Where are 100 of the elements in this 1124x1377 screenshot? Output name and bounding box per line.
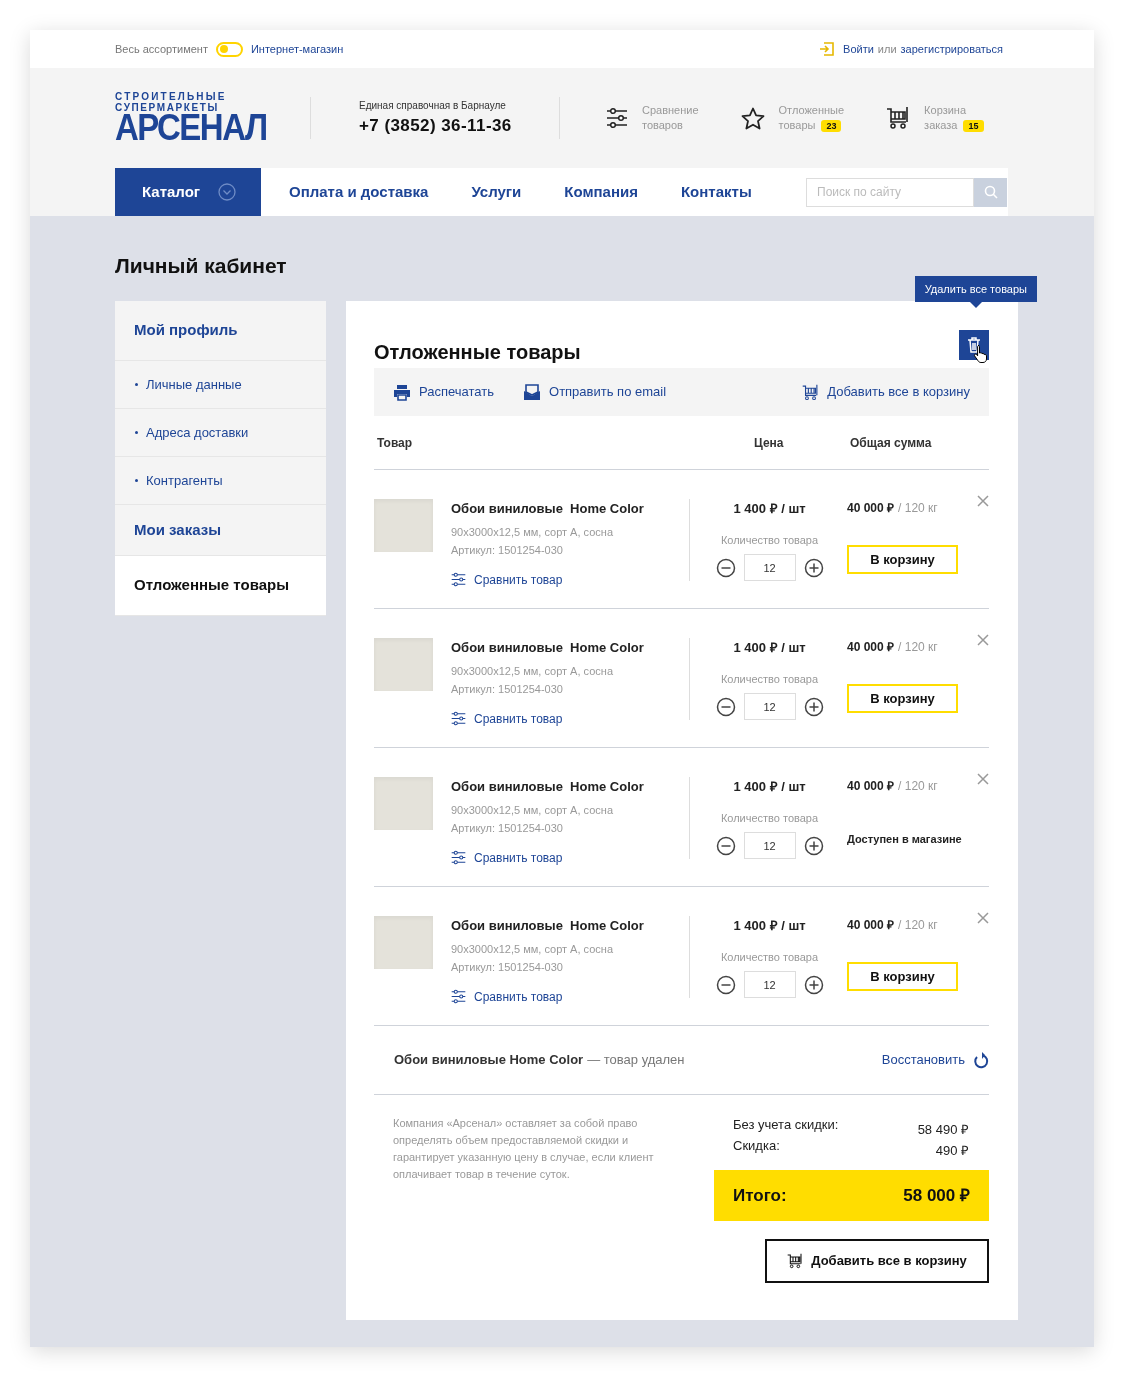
quantity-label: Количество товара: [720, 949, 819, 965]
bullet-icon: [135, 479, 138, 482]
quantity-label: Количество товара: [720, 671, 819, 687]
increase-button[interactable]: [803, 974, 824, 995]
quantity-field[interactable]: 12: [743, 693, 796, 720]
sidebar-item[interactable]: Контрагенты: [146, 470, 223, 491]
count-badge: 23: [821, 119, 842, 132]
remove-button[interactable]: [977, 911, 989, 925]
register-link[interactable]: зарегистрироваться: [900, 40, 1003, 58]
page-title: Личный кабинет: [115, 253, 288, 279]
compare-link[interactable]: Сравнить товар: [451, 570, 689, 589]
quantity-label: Количество товара: [720, 810, 819, 826]
increase-button[interactable]: [803, 696, 824, 717]
count-badge: 15: [963, 119, 984, 132]
cart-icon: [787, 1253, 804, 1269]
quantity-field[interactable]: 12: [743, 971, 796, 998]
decrease-button[interactable]: [715, 696, 736, 717]
add-to-cart-button[interactable]: В корзину: [847, 962, 958, 991]
nav-link[interactable]: Компания: [564, 180, 638, 204]
product-name[interactable]: Обои виниловые Home Color: [451, 638, 689, 658]
product-price: 1 400 ₽ / шт: [733, 917, 806, 935]
header-shortcut[interactable]: Корзина заказа 15: [886, 103, 984, 133]
decrease-button[interactable]: [715, 557, 736, 578]
sidebar-item[interactable]: Отложенные товары: [115, 556, 326, 616]
envelope-icon: [523, 383, 541, 401]
compare-link[interactable]: Сравнить товар: [451, 987, 689, 1006]
quantity-field[interactable]: 12: [743, 554, 796, 581]
quantity-label: Количество товара: [720, 532, 819, 548]
product-specs: 90x3000x12,5 мм, сорт А, сосна: [451, 663, 614, 679]
product-photo-placeholder: [374, 916, 433, 969]
discount-note: Компания «Арсенал» оставляет за собой право определять объем предоставляемой скидки и гарантирует указанную цену в случае, если клиент оплачивает товар в течение суток.: [393, 1116, 655, 1182]
header-shortcut[interactable]: Отложенные товары 23: [740, 103, 845, 133]
phone-number[interactable]: +7 (3852) 36-11-36: [359, 112, 559, 139]
assortment-label: Весь ассортимент: [115, 41, 208, 57]
add-to-cart-button[interactable]: В корзину: [847, 684, 958, 713]
add-to-cart-button[interactable]: В корзину: [847, 545, 958, 574]
minus-circle-icon: [715, 974, 736, 995]
deleted-product-name: Обои виниловые Home Color: [394, 1051, 584, 1070]
product-weight: / 120 кг: [898, 918, 938, 932]
quantity-field[interactable]: 12: [743, 832, 796, 859]
chevron-down-icon: [218, 183, 237, 201]
compare-link[interactable]: Сравнить товар: [451, 709, 689, 728]
decrease-button[interactable]: [715, 974, 736, 995]
nav-link[interactable]: Услуги: [471, 180, 522, 204]
product-total: 40 000 ₽: [847, 918, 895, 932]
column-header: Общая сумма: [850, 434, 932, 452]
remove-button[interactable]: [977, 633, 989, 647]
discount-value: 490 ₽: [935, 1141, 969, 1160]
restore-link[interactable]: Восстановить: [881, 1050, 965, 1070]
toggle-switch[interactable]: [215, 41, 243, 57]
login-link[interactable]: Войти: [843, 40, 874, 58]
product-sku: Артикул: 1501254-030: [451, 821, 564, 836]
catalog-button[interactable]: Каталог: [115, 168, 261, 216]
plus-circle-icon: [803, 696, 824, 717]
undo-icon: [973, 1051, 989, 1069]
cart-icon: [886, 106, 911, 130]
sidebar-item[interactable]: Мой профиль: [115, 301, 326, 361]
column-header: Товар: [377, 434, 414, 452]
store-label[interactable]: Интернет-магазин: [250, 40, 344, 58]
total-value: 58 000 ₽: [903, 1184, 970, 1207]
toolbar-link[interactable]: Добавить все в корзину: [802, 382, 970, 402]
product-total: 40 000 ₽: [847, 501, 895, 515]
product-name[interactable]: Обои виниловые Home Color: [451, 916, 689, 936]
cart-icon: [802, 383, 820, 401]
add-all-button[interactable]: Добавить все в корзину: [765, 1239, 989, 1283]
increase-button[interactable]: [803, 557, 824, 578]
product-price: 1 400 ₽ / шт: [733, 639, 806, 657]
total-label: Итого:: [733, 1184, 787, 1207]
panel-title: Отложенные товары: [374, 339, 581, 365]
remove-button[interactable]: [977, 494, 989, 508]
product-weight: / 120 кг: [898, 640, 938, 654]
login-icon: [819, 42, 836, 56]
product-name[interactable]: Обои виниловые Home Color: [451, 777, 689, 797]
sliders-icon: [451, 850, 466, 865]
toolbar-link[interactable]: Распечатать: [393, 382, 494, 402]
sidebar-item[interactable]: Мои заказы: [115, 505, 326, 556]
minus-circle-icon: [715, 835, 736, 856]
close-icon: [977, 495, 989, 507]
nav-link[interactable]: Оплата и доставка: [289, 180, 429, 204]
search-field[interactable]: Поиск по сайту: [806, 177, 974, 207]
product-total: 40 000 ₽: [847, 779, 895, 793]
remove-button[interactable]: [977, 772, 989, 786]
subtotal-value: 58 490 ₽: [917, 1121, 969, 1139]
nav-link[interactable]: Контакты: [680, 180, 752, 204]
compare-link[interactable]: Сравнить товар: [451, 848, 689, 867]
subtotal-label: Без учета скидки:: [733, 1116, 839, 1134]
product-name[interactable]: Обои виниловые Home Color: [451, 499, 689, 519]
sliders-icon: [451, 711, 466, 726]
product-sku: Артикул: 1501254-030: [451, 960, 564, 975]
phone-caption: Единая справочная в Барнауле: [359, 98, 507, 113]
sidebar-item[interactable]: Личные данные: [146, 374, 242, 395]
bullet-icon: [135, 431, 138, 434]
minus-circle-icon: [715, 557, 736, 578]
product-photo-placeholder: [374, 499, 433, 552]
plus-circle-icon: [803, 835, 824, 856]
deleted-status: — товар удален: [587, 1051, 685, 1070]
decrease-button[interactable]: [715, 835, 736, 856]
toolbar-link[interactable]: Отправить по email: [523, 382, 667, 402]
increase-button[interactable]: [803, 835, 824, 856]
close-icon: [977, 773, 989, 785]
